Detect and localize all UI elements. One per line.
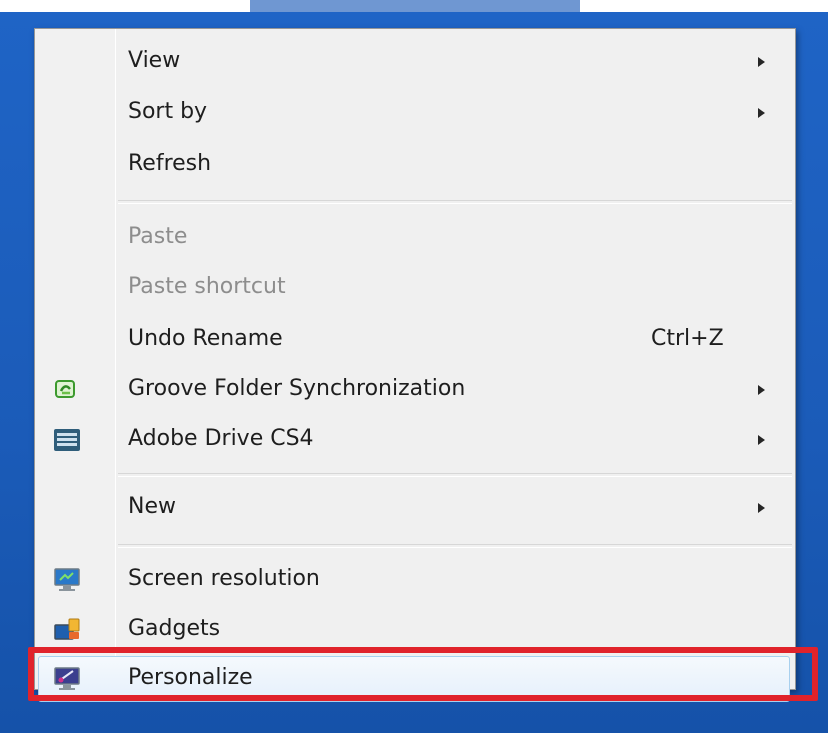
submenu-arrow-icon <box>758 108 765 118</box>
menu-separator <box>118 473 792 477</box>
menu-item-label: Sort by <box>128 99 208 124</box>
menu-separator <box>118 200 792 204</box>
menu-item-label: Undo Rename <box>128 326 283 351</box>
menu-item-adobe-drive[interactable]: Adobe Drive CS4 <box>35 417 795 463</box>
page-top-strip <box>0 0 828 12</box>
shortcut-text: Ctrl+Z <box>651 326 724 351</box>
menu-item-screen-resolution[interactable]: Screen resolution <box>35 557 795 603</box>
menu-item-paste[interactable]: Paste <box>35 215 795 261</box>
menu-item-label: New <box>128 494 176 519</box>
menu-item-undo-rename[interactable]: Undo Rename Ctrl+Z <box>35 317 795 363</box>
screen-resolution-icon <box>53 567 81 593</box>
submenu-arrow-icon <box>758 385 765 395</box>
gadgets-icon <box>53 617 81 643</box>
adobe-drive-icon <box>53 427 81 453</box>
desktop-context-menu: View Sort by Refresh Paste Paste shortcu… <box>34 28 796 702</box>
submenu-arrow-icon <box>758 57 765 67</box>
menu-item-label: Screen resolution <box>128 566 320 591</box>
menu-item-groove-folder-sync[interactable]: Groove Folder Synchronization <box>35 367 795 413</box>
submenu-arrow-icon <box>758 435 765 445</box>
menu-item-view[interactable]: View <box>35 39 795 85</box>
menu-item-label: Paste <box>128 224 188 249</box>
top-blue-piece <box>250 0 580 12</box>
menu-item-label: Refresh <box>128 151 212 176</box>
menu-item-label: View <box>128 48 181 73</box>
menu-item-refresh[interactable]: Refresh <box>35 142 795 188</box>
groove-icon <box>53 377 81 403</box>
menu-item-label: Adobe Drive CS4 <box>128 426 314 451</box>
annotation-highlight-box <box>28 647 818 701</box>
menu-item-label: Groove Folder Synchronization <box>128 376 466 401</box>
menu-separator <box>118 544 792 548</box>
menu-item-paste-shortcut[interactable]: Paste shortcut <box>35 265 795 311</box>
menu-item-label: Paste shortcut <box>128 274 286 299</box>
submenu-arrow-icon <box>758 503 765 513</box>
menu-item-new[interactable]: New <box>35 485 795 531</box>
menu-item-label: Gadgets <box>128 616 221 641</box>
menu-item-sort-by[interactable]: Sort by <box>35 90 795 136</box>
